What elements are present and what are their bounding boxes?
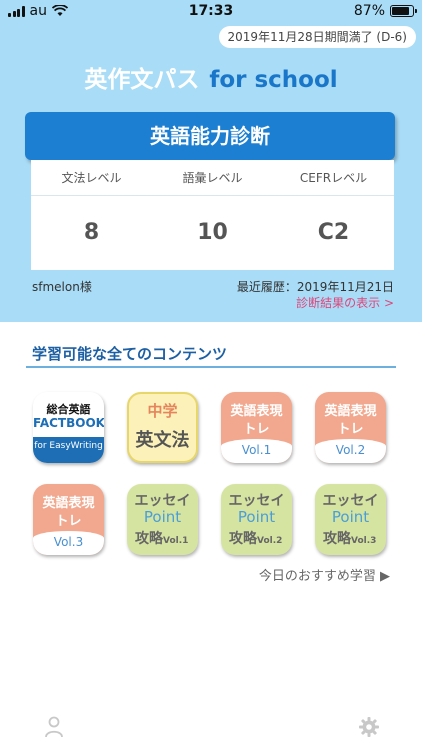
tile-line3: 攻略 xyxy=(135,531,163,547)
today-recommend-link[interactable]: 今日のおすすめ学習 ▶ xyxy=(259,565,390,584)
person-icon[interactable] xyxy=(44,716,64,738)
battery-icon xyxy=(390,5,417,17)
battery-percent: 87% xyxy=(353,3,385,19)
tile-line1: 英語表現 xyxy=(324,404,377,419)
tile-line2: トレ xyxy=(337,422,364,437)
tile-line1: エッセイ xyxy=(228,493,285,509)
view-results-link[interactable]: 診断結果の表示 > xyxy=(296,294,394,311)
cefr-level-value: C2 xyxy=(317,220,350,245)
tile-expression-vol2[interactable]: 英語表現 トレ Vol.2 xyxy=(315,392,386,463)
tile-vol: Vol.3 xyxy=(53,535,84,549)
tile-junior-grammar[interactable]: 中学 英文法 xyxy=(127,392,198,463)
tile-essay-vol1[interactable]: エッセイ Point 攻略Vol.1 xyxy=(127,484,198,555)
tile-line2: FACTBOOK xyxy=(33,416,104,430)
tile-line1: 総合英語 xyxy=(46,403,91,416)
tile-line2: トレ xyxy=(55,514,82,529)
expiry-badge: 2019年11月28日期間満了 (D-6) xyxy=(218,26,416,48)
tile-expression-vol1[interactable]: 英語表現 トレ Vol.1 xyxy=(221,392,292,463)
gear-icon[interactable] xyxy=(358,716,380,738)
app-title-sub: for school xyxy=(209,67,338,93)
grammar-level-value: 8 xyxy=(83,220,100,245)
user-name: sfmelon様 xyxy=(32,280,92,294)
tile-line2: 英文法 xyxy=(135,430,190,451)
tile-vol: Vol.1 xyxy=(163,536,189,546)
tile-line3: for EasyWriting xyxy=(34,441,103,451)
section-title: 学習可能な全てのコンテンツ xyxy=(32,345,228,363)
cefr-level-label: CEFRレベル xyxy=(299,171,368,185)
tile-expression-vol3[interactable]: 英語表現 トレ Vol.3 xyxy=(33,484,104,555)
tile-vol: Vol.2 xyxy=(335,443,366,457)
tile-line2: トレ xyxy=(243,422,270,437)
level-card: 文法レベル 語彙レベル CEFRレベル 8 10 C2 xyxy=(31,160,394,270)
section-divider xyxy=(26,366,396,368)
tile-vol: Vol.2 xyxy=(257,536,283,546)
tile-line2: Point xyxy=(331,508,370,526)
tile-essay-vol3[interactable]: エッセイ Point 攻略Vol.3 xyxy=(315,484,386,555)
app-title: 英作文パス for school xyxy=(0,60,422,94)
tile-line3: 攻略 xyxy=(323,531,351,547)
tile-line1: 英語表現 xyxy=(42,496,95,511)
tile-line1: 英語表現 xyxy=(230,404,283,419)
history-date: 最近履歴：2019年11月21日 xyxy=(236,280,394,294)
status-bar: au 17:33 87% xyxy=(0,0,422,22)
tile-vol: Vol.1 xyxy=(241,443,272,457)
tile-line2: Point xyxy=(143,508,182,526)
diagnosis-button[interactable]: 英語能力診断 xyxy=(25,112,395,160)
tile-line1: エッセイ xyxy=(134,493,191,509)
tile-vol: Vol.3 xyxy=(351,536,377,546)
tile-line3: 攻略 xyxy=(229,531,257,547)
tile-factbook[interactable]: 総合英語 FACTBOOK for EasyWriting xyxy=(33,392,104,463)
app-title-main: 英作文パス xyxy=(84,67,200,93)
tab-bar xyxy=(0,710,422,750)
tile-line2: Point xyxy=(237,508,276,526)
vocab-level-label: 語彙レベル xyxy=(182,171,243,185)
tile-essay-vol2[interactable]: エッセイ Point 攻略Vol.2 xyxy=(221,484,292,555)
tile-line1: 中学 xyxy=(147,402,178,420)
tile-line1: エッセイ xyxy=(322,493,379,509)
vocab-level-value: 10 xyxy=(197,220,228,245)
grammar-level-label: 文法レベル xyxy=(61,171,122,185)
